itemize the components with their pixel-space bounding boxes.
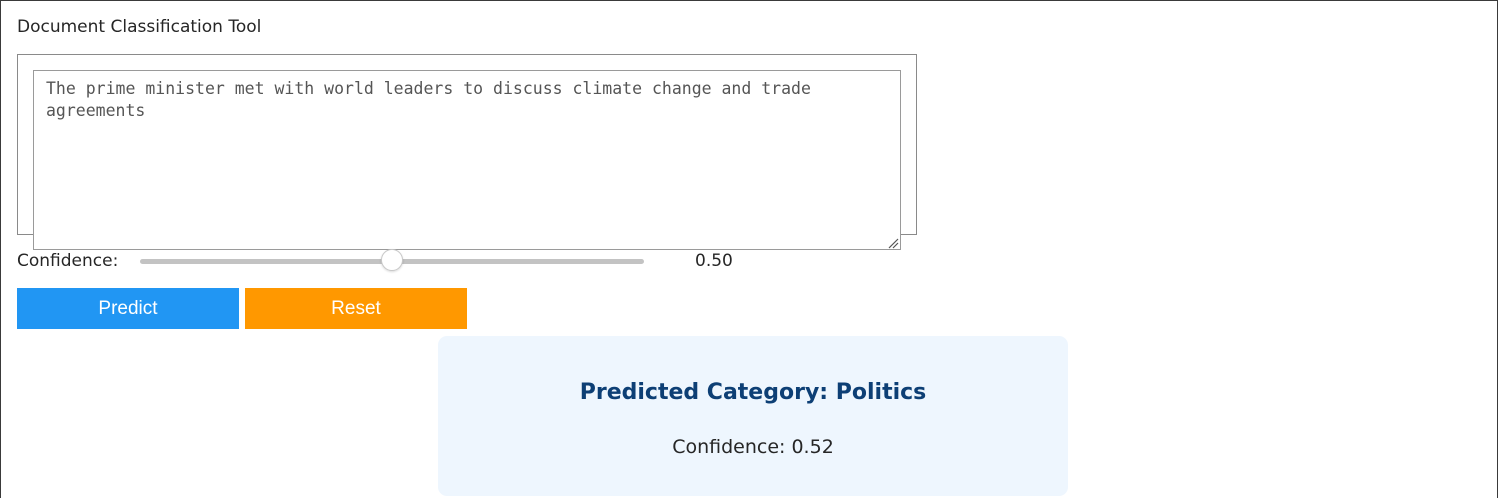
confidence-label: Confidence:: [17, 251, 119, 271]
result-card: Predicted Category: Politics Confidence:…: [438, 336, 1068, 496]
page-title: Document Classification Tool: [17, 17, 262, 37]
predicted-category: Predicted Category: Politics: [579, 380, 927, 405]
confidence-slider-thumb[interactable]: [381, 249, 403, 271]
reset-button[interactable]: Reset: [245, 288, 467, 329]
confidence-value: 0.50: [695, 251, 733, 271]
document-text-input[interactable]: [33, 70, 901, 250]
predict-button[interactable]: Predict: [17, 288, 239, 329]
resize-handle-icon[interactable]: [886, 236, 899, 249]
result-confidence: Confidence: 0.52: [672, 436, 834, 458]
